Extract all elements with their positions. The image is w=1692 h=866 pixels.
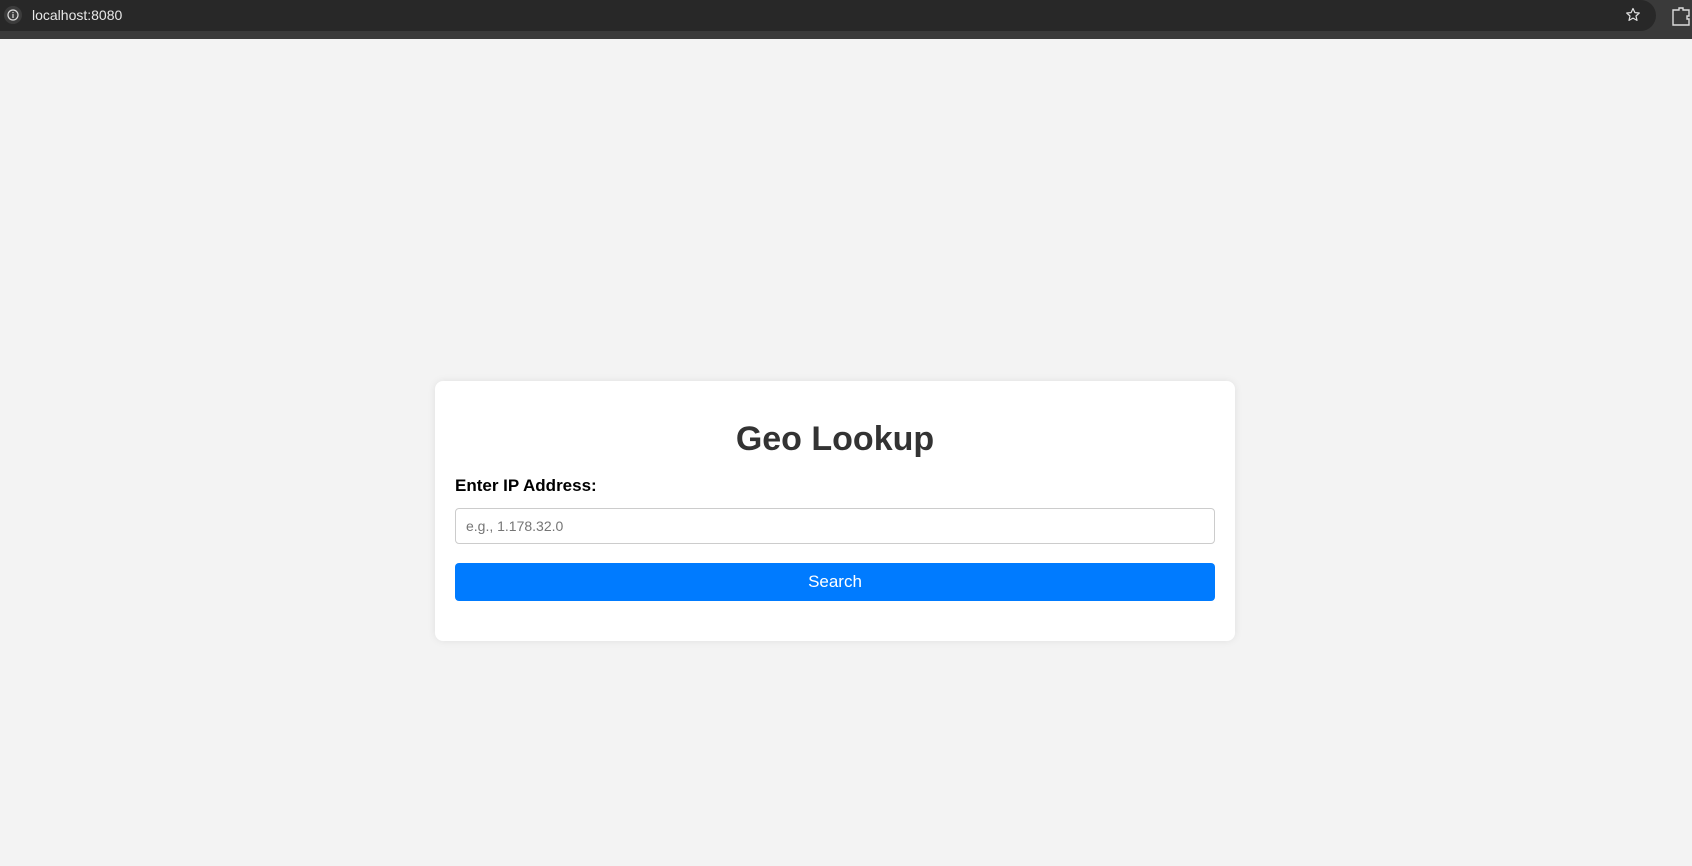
page-title: Geo Lookup — [735, 420, 935, 458]
search-button[interactable]: Search — [455, 563, 1215, 601]
ip-address-label: Enter IP Address: — [455, 476, 597, 495]
page-content: Geo Lookup Enter IP Address: Search — [0, 39, 1692, 866]
ip-address-input[interactable] — [455, 508, 1215, 544]
extensions-icon[interactable] — [1670, 5, 1692, 27]
url-text[interactable]: localhost:8080 — [32, 6, 122, 24]
lookup-card: Geo Lookup Enter IP Address: Search — [435, 381, 1235, 641]
info-icon[interactable] — [4, 6, 22, 24]
address-bar[interactable]: localhost:8080 — [0, 0, 1656, 31]
star-icon[interactable] — [1622, 4, 1644, 26]
browser-toolbar: localhost:8080 — [0, 0, 1692, 39]
